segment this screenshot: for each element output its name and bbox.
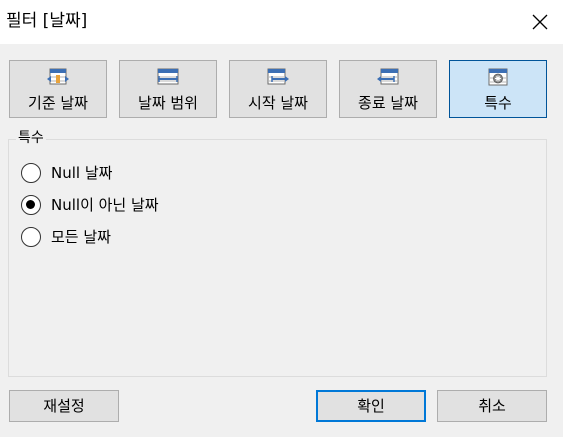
radio-button-selected[interactable] (21, 195, 41, 215)
end-date-icon (377, 68, 399, 85)
tab-start-date[interactable]: 시작 날짜 (229, 60, 327, 118)
tab-label: 날짜 범위 (138, 94, 198, 112)
start-date-icon (267, 68, 289, 85)
radio-button[interactable] (21, 227, 41, 247)
radio-label: 모든 날짜 (51, 228, 111, 246)
date-range-icon (157, 68, 179, 85)
radio-null-dates[interactable]: Null 날짜 (21, 162, 112, 184)
radio-button[interactable] (21, 163, 41, 183)
title-bar: 필터 [날짜] (0, 0, 563, 44)
tab-label: 시작 날짜 (248, 94, 308, 112)
tab-label: 기준 날짜 (28, 94, 88, 112)
radio-all-dates[interactable]: 모든 날짜 (21, 226, 111, 248)
cancel-button[interactable]: 취소 (437, 390, 547, 422)
tab-end-date[interactable]: 종료 날짜 (339, 60, 437, 118)
group-label: 특수 (16, 129, 46, 147)
filter-dialog: 필터 [날짜] 기준 날짜 날짜 범위 시작 날짜 종료 날짜 특수 특수 Nu… (0, 0, 563, 437)
window-title: 필터 [날짜] (6, 11, 88, 31)
special-date-icon (488, 68, 508, 86)
close-icon (532, 14, 548, 30)
tab-relative-date[interactable]: 기준 날짜 (9, 60, 107, 118)
tab-special[interactable]: 특수 (449, 60, 547, 118)
tab-label: 특수 (484, 94, 512, 112)
radio-label: Null이 아닌 날짜 (51, 196, 159, 214)
date-relative-icon (47, 68, 69, 85)
tab-date-range[interactable]: 날짜 범위 (119, 60, 217, 118)
radio-non-null-dates[interactable]: Null이 아닌 날짜 (21, 194, 159, 216)
ok-button[interactable]: 확인 (316, 390, 426, 422)
tab-label: 종료 날짜 (358, 94, 418, 112)
radio-label: Null 날짜 (51, 164, 113, 182)
reset-button[interactable]: 재설정 (9, 390, 119, 422)
close-button[interactable] (517, 0, 563, 44)
